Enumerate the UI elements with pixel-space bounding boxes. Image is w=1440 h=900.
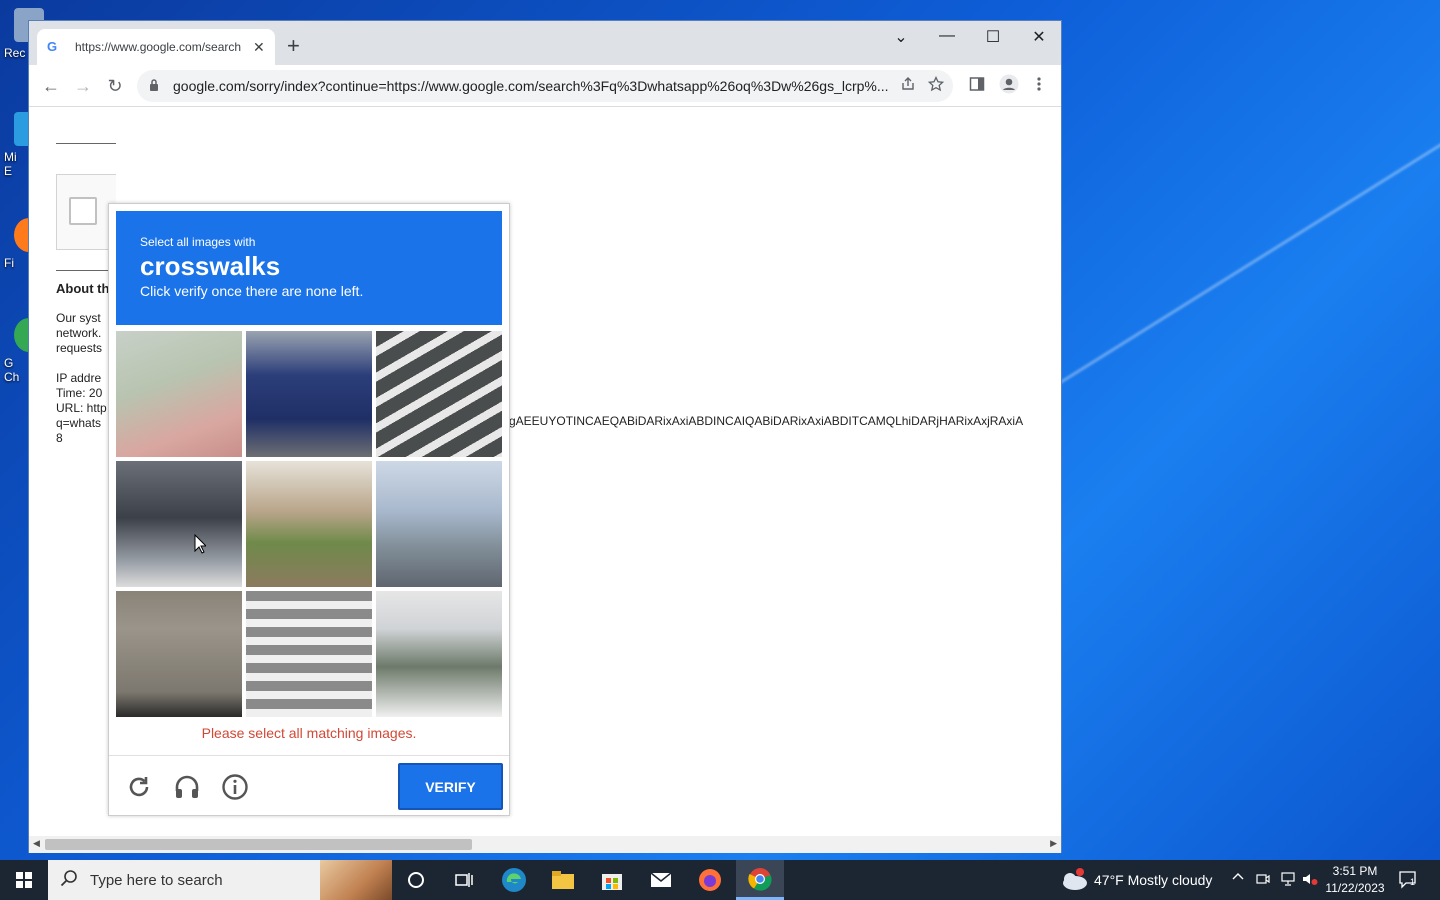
audio-challenge-icon[interactable] <box>173 773 201 801</box>
firefox-taskbar-icon[interactable] <box>686 860 734 900</box>
captcha-footer: VERIFY <box>109 755 509 817</box>
maximize-button[interactable]: ☐ <box>978 27 1008 47</box>
new-tab-button[interactable]: + <box>287 33 300 59</box>
network-icon[interactable] <box>1280 872 1296 889</box>
system-clock[interactable]: 3:51 PM 11/22/2023 <box>1322 863 1388 897</box>
tab-close-icon[interactable]: ✕ <box>253 39 265 56</box>
captcha-tile-blue-truck[interactable] <box>246 331 372 457</box>
address-bar[interactable]: google.com/sorry/index?continue=https://… <box>137 70 953 102</box>
search-highlight-image <box>320 860 392 900</box>
weather-icon[interactable] <box>1060 868 1088 897</box>
taskbar-search-box[interactable]: Type here to search <box>48 860 392 900</box>
captcha-tile-bike-bus-stop[interactable] <box>116 461 242 587</box>
tab-strip: G https://www.google.com/search ✕ + ⌄ — … <box>29 21 1061 65</box>
search-icon <box>60 869 78 892</box>
info-icon[interactable] <box>221 773 249 801</box>
captcha-tile-hillside-houses[interactable] <box>246 461 372 587</box>
profile-avatar-icon[interactable] <box>999 74 1019 99</box>
notification-count-badge: 1 <box>1410 877 1416 887</box>
info-paragraph: Our syst network. requests <box>56 311 103 355</box>
url-text[interactable]: google.com/sorry/index?continue=https://… <box>173 78 888 94</box>
page-content: About th Our syst network. requests IP a… <box>29 108 1061 838</box>
back-button[interactable]: ← <box>39 74 63 98</box>
captcha-error-message: Please select all matching images. <box>201 725 417 741</box>
mouse-cursor-icon <box>194 533 208 559</box>
divider <box>56 143 116 144</box>
minimize-button[interactable]: — <box>932 27 962 45</box>
scroll-right-arrow-icon[interactable]: ▶ <box>1050 838 1057 849</box>
captcha-image-grid <box>116 331 506 721</box>
encoded-query-string: gAEEUYOTINCAEQABiDARixAxiABDINCAIQABiDAR… <box>509 414 1024 428</box>
captcha-tile-stairs-planter[interactable] <box>116 331 242 457</box>
cortana-icon[interactable] <box>392 860 440 900</box>
browser-window: G https://www.google.com/search ✕ + ⌄ — … <box>28 20 1062 853</box>
microsoft-store-icon[interactable] <box>588 860 636 900</box>
edge-taskbar-icon[interactable] <box>490 860 538 900</box>
menu-kebab-icon[interactable] <box>1037 76 1041 97</box>
file-explorer-icon[interactable] <box>539 860 587 900</box>
search-placeholder: Type here to search <box>90 871 223 889</box>
google-favicon-icon: G <box>47 39 58 54</box>
weather-text[interactable]: 47°F Mostly cloudy <box>1094 872 1212 888</box>
mail-icon[interactable] <box>637 860 685 900</box>
captcha-target: crosswalks <box>140 251 281 281</box>
request-details: IP addre Time: 20 URL: http q=whats 8 <box>56 371 107 445</box>
volume-muted-icon[interactable] <box>1302 872 1318 889</box>
not-a-robot-checkbox[interactable] <box>69 197 97 225</box>
recaptcha-challenge: Select all images with crosswalks Click … <box>108 203 510 816</box>
captcha-tile-city-intersection[interactable] <box>376 461 502 587</box>
taskbar: Type here to search 47°F Mostly cloudy 3… <box>0 860 1440 900</box>
reload-challenge-icon[interactable] <box>125 773 153 801</box>
forward-button[interactable]: → <box>71 74 95 98</box>
recaptcha-anchor <box>56 174 116 250</box>
captcha-tile-crosswalk-road[interactable] <box>376 331 502 457</box>
captcha-prompt: Select all images with <box>140 235 256 249</box>
scroll-left-arrow-icon[interactable]: ◀ <box>33 838 40 849</box>
lock-icon[interactable] <box>149 78 163 94</box>
reload-button[interactable]: ↻ <box>103 74 127 98</box>
side-panel-icon[interactable] <box>969 76 985 97</box>
chrome-taskbar-icon[interactable] <box>736 860 784 900</box>
divider <box>56 270 116 271</box>
verify-button[interactable]: VERIFY <box>398 763 503 810</box>
notification-center-icon[interactable]: 1 <box>1398 870 1420 890</box>
captcha-tile-bikes-parked-cars[interactable] <box>376 591 502 717</box>
show-hidden-icons-chevron-icon[interactable] <box>1232 870 1244 886</box>
about-heading: About th <box>56 281 110 296</box>
horizontal-scrollbar[interactable]: ◀ ▶ <box>29 836 1061 853</box>
captcha-tile-pedestrian-crosswalk[interactable] <box>246 591 372 717</box>
captcha-header: Select all images with crosswalks Click … <box>116 211 502 325</box>
start-button[interactable] <box>0 860 48 900</box>
tab-title: https://www.google.com/search <box>75 40 242 54</box>
meet-now-icon[interactable] <box>1256 872 1270 889</box>
captcha-tile-road-crosswalk-grey[interactable] <box>116 591 242 717</box>
bookmark-star-icon[interactable] <box>927 75 945 96</box>
tab-search-button[interactable]: ⌄ <box>886 27 916 47</box>
captcha-instruction: Click verify once there are none left. <box>140 283 364 299</box>
scrollbar-thumb[interactable] <box>45 839 472 850</box>
share-icon[interactable] <box>900 76 916 96</box>
task-view-icon[interactable] <box>440 860 488 900</box>
browser-toolbar: ← → ↻ google.com/sorry/index?continue=ht… <box>29 65 1061 107</box>
close-window-button[interactable]: ✕ <box>1024 27 1054 47</box>
tab-google-search[interactable]: G https://www.google.com/search ✕ <box>37 29 275 65</box>
